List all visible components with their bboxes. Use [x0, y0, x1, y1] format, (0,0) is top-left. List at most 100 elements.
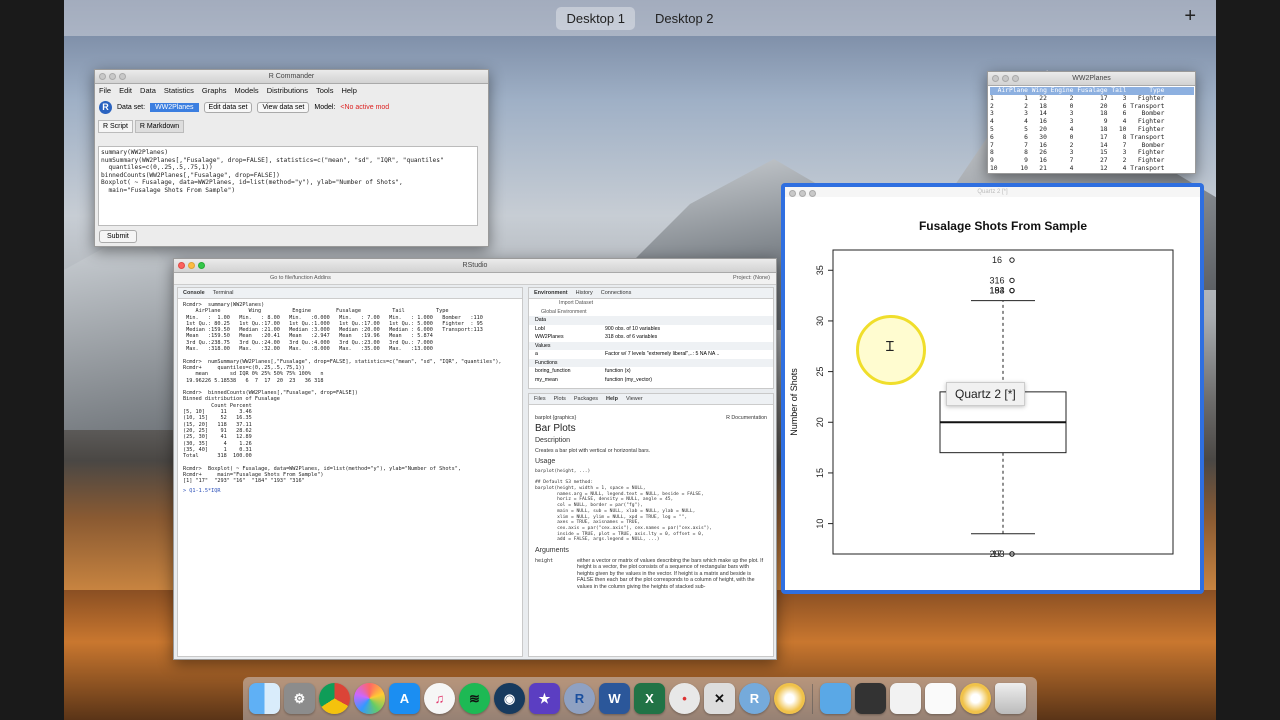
x11-icon[interactable]: ✕ — [704, 683, 735, 714]
menu-distributions[interactable]: Distributions — [267, 86, 308, 95]
env-row[interactable]: a Factor w/ 7 levels "extremely liberal",… — [529, 350, 773, 359]
menu-statistics[interactable]: Statistics — [164, 86, 194, 95]
r-commander-window[interactable]: R Commander File Edit Data Statistics Gr… — [94, 69, 489, 247]
menu-models[interactable]: Models — [235, 86, 259, 95]
window-tooltip: Quartz 2 [*] — [946, 382, 1025, 406]
space-desktop-2[interactable]: Desktop 2 — [645, 7, 724, 30]
console-pane[interactable]: Console Terminal Rcmdr> summary(WW2Plane… — [177, 287, 523, 657]
project-menu[interactable]: Project: (None) — [733, 275, 770, 281]
tab-console[interactable]: Console — [183, 290, 205, 296]
messages-icon[interactable]: • — [669, 683, 700, 714]
environment-pane[interactable]: Environment History Connections Import D… — [528, 287, 774, 389]
env-row[interactable]: Lobl 900 obs. of 10 variables — [529, 325, 773, 334]
dataset-viewer-window[interactable]: WW2Planes AirPlane Wing Engine Fusalage … — [987, 71, 1196, 174]
photos-icon[interactable] — [354, 683, 385, 714]
edit-dataset-button[interactable]: Edit data set — [203, 101, 253, 113]
title-bar[interactable]: R Commander — [95, 70, 488, 84]
itunes-icon[interactable]: ♫ — [424, 683, 455, 714]
zoom-button[interactable] — [119, 73, 126, 80]
table-row[interactable]: 2 2 18 0 20 6 Transport — [990, 103, 1194, 111]
trash-icon[interactable] — [995, 683, 1026, 714]
menu-help[interactable]: Help — [341, 86, 356, 95]
menu-graphs[interactable]: Graphs — [202, 86, 227, 95]
rstudio-window[interactable]: RStudio Go to file/function Addins Proje… — [173, 258, 777, 660]
space-desktop-1[interactable]: Desktop 1 — [556, 6, 635, 30]
minimize-button[interactable] — [799, 190, 806, 197]
steam-icon[interactable]: ◉ — [494, 683, 525, 714]
tab-files[interactable]: Files — [534, 396, 546, 402]
minimize-button[interactable] — [188, 262, 195, 269]
siri-2-icon[interactable] — [960, 683, 991, 714]
table-row[interactable]: 8 8 26 3 15 3 Fighter — [990, 149, 1194, 157]
zoom-button[interactable] — [809, 190, 816, 197]
env-row[interactable]: WW2Planes 318 obs. of 6 variables — [529, 333, 773, 342]
data-table[interactable]: AirPlane Wing Engine Fusalage Tail Type 1… — [988, 86, 1195, 173]
tab-history[interactable]: History — [576, 290, 593, 296]
environment-tabs: Environment History Connections — [529, 288, 773, 299]
menu-data[interactable]: Data — [140, 86, 156, 95]
console-input[interactable]: > Q1-1.5*IQR — [178, 488, 522, 497]
tab-environment[interactable]: Environment — [534, 290, 568, 296]
view-dataset-button[interactable]: View data set — [257, 101, 310, 113]
table-row[interactable]: 7 7 16 2 14 7 Bomber — [990, 142, 1194, 150]
menu-tools[interactable]: Tools — [316, 86, 334, 95]
env-section-data: Data — [529, 316, 773, 325]
table-row[interactable]: 6 6 30 0 17 8 Transport — [990, 134, 1194, 142]
tab-r-markdown[interactable]: R Markdown — [134, 120, 185, 133]
tab-plots[interactable]: Plots — [554, 396, 566, 402]
dataset-label: Data set: — [117, 103, 146, 111]
table-row[interactable]: 4 4 16 3 9 4 Fighter — [990, 118, 1194, 126]
close-button[interactable] — [789, 190, 796, 197]
help-pane[interactable]: Files Plots Packages Help Viewer barplot… — [528, 393, 774, 657]
close-button[interactable] — [99, 73, 106, 80]
document-icon[interactable] — [890, 683, 921, 714]
script-editor[interactable]: summary(WW2Planes) numSummary(WW2Planes[… — [98, 146, 478, 226]
chrome-icon[interactable] — [319, 683, 350, 714]
import-dataset-button[interactable]: Import Dataset — [559, 300, 593, 307]
add-space-button[interactable]: + — [1184, 5, 1196, 28]
goto-file-input[interactable]: Go to file/function Addins — [270, 275, 331, 281]
finder-icon[interactable] — [249, 683, 280, 714]
table-row[interactable]: 5 5 20 4 18 10 Fighter — [990, 126, 1194, 134]
submit-button[interactable]: Submit — [99, 230, 137, 243]
rstudio-icon[interactable]: R — [739, 683, 770, 714]
zoom-button[interactable] — [198, 262, 205, 269]
global-environment-selector[interactable]: Global Environment — [541, 309, 587, 316]
tab-connections[interactable]: Connections — [601, 290, 632, 296]
env-row[interactable]: my_mean function (my_vector) — [529, 376, 773, 385]
close-button[interactable] — [992, 75, 999, 82]
app-store-icon[interactable]: A — [389, 683, 420, 714]
tab-help[interactable]: Help — [606, 396, 618, 402]
env-row[interactable]: boring_function function (x) — [529, 367, 773, 376]
zoom-button[interactable] — [1012, 75, 1019, 82]
model-selector[interactable]: <No active mod — [340, 104, 389, 111]
title-bar[interactable]: Quartz 2 [*] — [785, 187, 1200, 197]
siri-icon[interactable] — [774, 683, 805, 714]
imovie-icon[interactable]: ★ — [529, 683, 560, 714]
folder-icon[interactable] — [820, 683, 851, 714]
menu-file[interactable]: File — [99, 86, 111, 95]
spotify-icon[interactable]: ≋ — [459, 683, 490, 714]
tab-packages[interactable]: Packages — [574, 396, 598, 402]
tab-terminal[interactable]: Terminal — [213, 290, 234, 296]
word-icon[interactable]: W — [599, 683, 630, 714]
tab-viewer[interactable]: Viewer — [626, 396, 643, 402]
screenshots-icon[interactable] — [855, 683, 886, 714]
tab-r-script[interactable]: R Script — [98, 120, 133, 133]
close-button[interactable] — [178, 262, 185, 269]
table-row[interactable]: 3 3 14 3 18 6 Bomber — [990, 110, 1194, 118]
title-bar[interactable]: RStudio — [174, 259, 776, 273]
menu-edit[interactable]: Edit — [119, 86, 132, 95]
dataset-selector[interactable]: WW2Planes — [150, 102, 199, 112]
table-row[interactable]: 9 9 16 7 27 2 Fighter — [990, 157, 1194, 165]
table-row[interactable]: 10 10 21 4 12 4 Transport — [990, 165, 1194, 173]
r-icon[interactable]: R — [564, 683, 595, 714]
system-preferences-icon[interactable]: ⚙ — [284, 683, 315, 714]
minimize-button[interactable] — [1002, 75, 1009, 82]
quartz-window[interactable]: Quartz 2 [*] Fusalage Shots From Sample N… — [781, 183, 1204, 594]
table-row[interactable]: 1 1 22 2 17 3 Fighter — [990, 95, 1194, 103]
preview-icon[interactable] — [925, 683, 956, 714]
excel-icon[interactable]: X — [634, 683, 665, 714]
minimize-button[interactable] — [109, 73, 116, 80]
title-bar[interactable]: WW2Planes — [988, 72, 1195, 86]
